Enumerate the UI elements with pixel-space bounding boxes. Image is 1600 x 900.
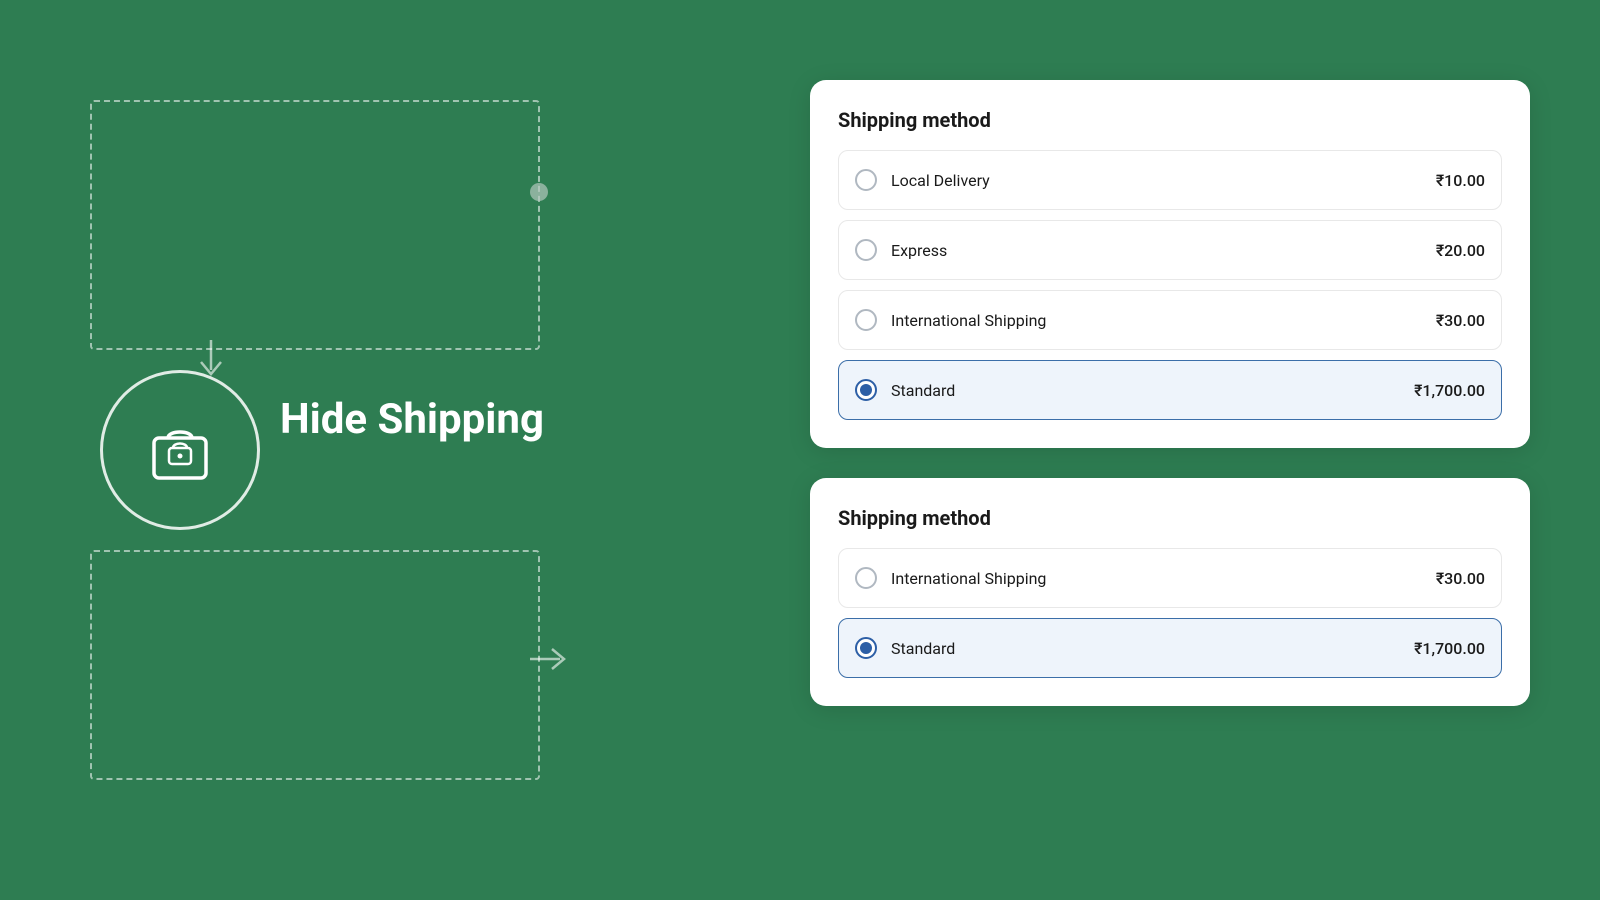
option-name-standard-bottom: Standard: [891, 639, 955, 658]
radio-international-top: [855, 309, 877, 331]
shipping-card-bottom: Shipping method International Shipping ₹…: [810, 478, 1530, 706]
radio-international-bottom: [855, 567, 877, 589]
arrow-right-bottom: [530, 643, 570, 682]
shipping-option-standard-bottom[interactable]: Standard ₹1,700.00: [838, 618, 1502, 678]
radio-express: [855, 239, 877, 261]
radio-standard-top: [855, 379, 877, 401]
dot-connector: [530, 183, 548, 201]
shipping-option-international-top[interactable]: International Shipping ₹30.00: [838, 290, 1502, 350]
shipping-option-international-bottom[interactable]: International Shipping ₹30.00: [838, 548, 1502, 608]
app-logo: [100, 370, 260, 530]
radio-inner-standard-top: [860, 384, 872, 396]
shipping-option-standard-top[interactable]: Standard ₹1,700.00: [838, 360, 1502, 420]
option-price-local-delivery: ₹10.00: [1436, 171, 1485, 190]
option-price-standard-bottom: ₹1,700.00: [1414, 639, 1485, 658]
card-top-title: Shipping method: [838, 108, 1502, 132]
radio-inner-standard-bottom: [860, 642, 872, 654]
option-price-express: ₹20.00: [1436, 241, 1485, 260]
dashed-box-bottom: [90, 550, 540, 780]
shipping-option-express[interactable]: Express ₹20.00: [838, 220, 1502, 280]
dashed-box-top: [90, 100, 540, 350]
card-bottom-title: Shipping method: [838, 506, 1502, 530]
radio-standard-bottom: [855, 637, 877, 659]
shipping-option-local-delivery[interactable]: Local Delivery ₹10.00: [838, 150, 1502, 210]
option-price-standard-top: ₹1,700.00: [1414, 381, 1485, 400]
app-title: Hide Shipping: [280, 395, 544, 444]
radio-local-delivery: [855, 169, 877, 191]
option-price-international-top: ₹30.00: [1436, 311, 1485, 330]
option-name-local-delivery: Local Delivery: [891, 171, 990, 190]
option-name-express: Express: [891, 241, 947, 260]
shipping-card-top: Shipping method Local Delivery ₹10.00 Ex…: [810, 80, 1530, 448]
option-name-standard-top: Standard: [891, 381, 955, 400]
option-name-international-top: International Shipping: [891, 311, 1046, 330]
option-name-international-bottom: International Shipping: [891, 569, 1046, 588]
option-price-international-bottom: ₹30.00: [1436, 569, 1485, 588]
cards-container: Shipping method Local Delivery ₹10.00 Ex…: [810, 80, 1530, 706]
